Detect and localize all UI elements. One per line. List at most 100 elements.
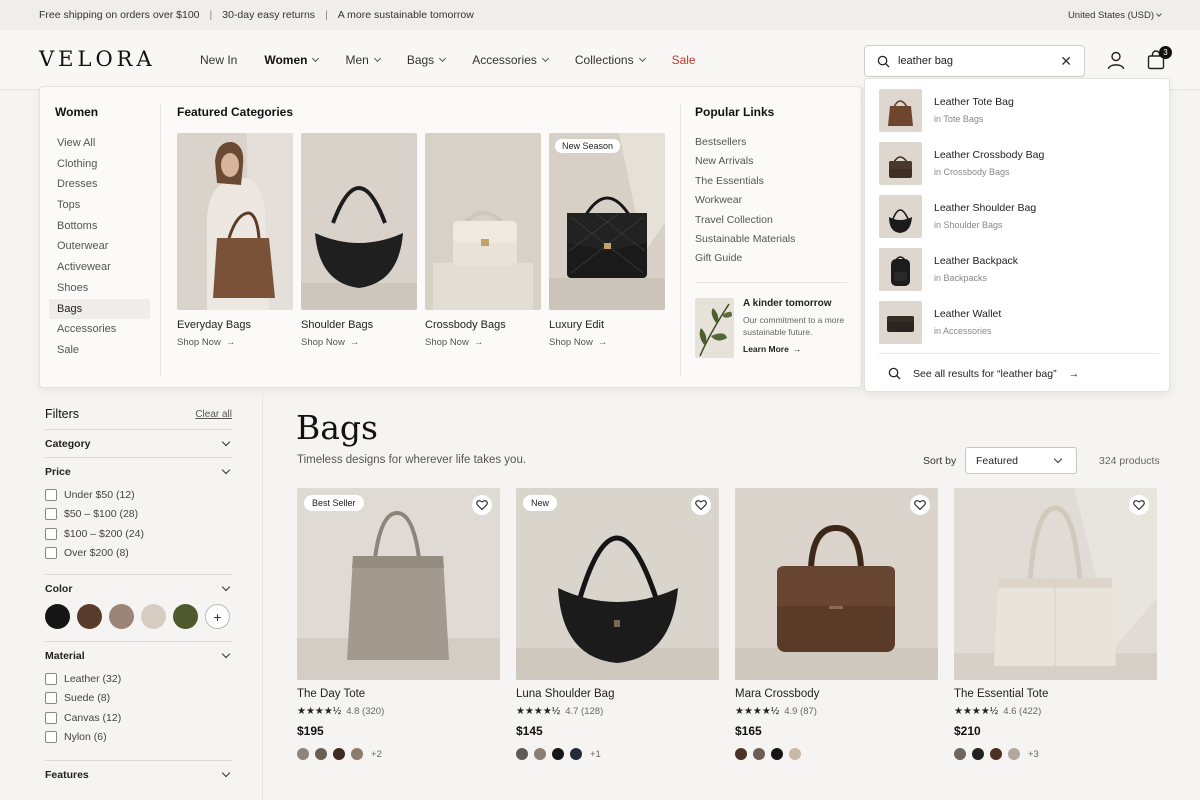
popular-link-gift-guide[interactable]: Gift Guide [695, 249, 853, 268]
suggestion-item[interactable]: Leather Tote Bag in Tote Bags [879, 88, 1159, 132]
popular-link-bestsellers[interactable]: Bestsellers [695, 133, 853, 152]
product-card[interactable]: New Luna Shoulder Bag ★★★★½ 4.7 (128) $14… [516, 488, 719, 760]
learn-more-link[interactable]: Learn More → [743, 344, 853, 354]
clear-all-link[interactable]: Clear all [195, 409, 232, 420]
filter-color-toggle[interactable]: Color [45, 575, 232, 602]
featured-card-everyday-bags[interactable]: Everyday Bags Shop Now → [177, 133, 293, 348]
nav-women[interactable]: Women [264, 53, 320, 67]
color-dot[interactable] [534, 748, 546, 760]
suggestion-item[interactable]: Leather Wallet in Accessories [879, 300, 1159, 344]
filter-price-toggle[interactable]: Price [45, 458, 232, 485]
color-swatch-brown[interactable] [77, 604, 102, 629]
color-dot[interactable] [972, 748, 984, 760]
product-name[interactable]: The Day Tote [297, 688, 500, 700]
checkbox[interactable] [45, 527, 57, 540]
suggestion-item[interactable]: Leather Backpack in Backpacks [879, 247, 1159, 291]
logo[interactable]: VELORA [39, 47, 156, 71]
sustainability-promo[interactable]: A kinder tomorrow Our commitment to a mo… [695, 297, 853, 358]
popular-link-travel[interactable]: Travel Collection [695, 211, 853, 230]
color-swatch-taupe[interactable] [109, 604, 134, 629]
color-dot[interactable] [990, 748, 1002, 760]
product-name[interactable]: The Essential Tote [954, 688, 1157, 700]
price-option[interactable]: Over $200 (8) [45, 544, 232, 564]
see-all-results-link[interactable]: See all results for “leather bag” → [888, 367, 1079, 380]
color-dot[interactable] [735, 748, 747, 760]
color-dot[interactable] [753, 748, 765, 760]
checkbox[interactable] [45, 711, 57, 724]
material-option[interactable]: Leather (32) [45, 669, 232, 689]
more-colors[interactable]: +3 [1028, 749, 1039, 760]
close-icon[interactable]: ✕ [1060, 53, 1072, 70]
account-button[interactable] [1106, 50, 1126, 70]
women-link-bottoms[interactable]: Bottoms [55, 216, 160, 237]
search-input[interactable] [898, 55, 1061, 67]
popular-link-new-arrivals[interactable]: New Arrivals [695, 152, 853, 171]
color-dot[interactable] [954, 748, 966, 760]
material-option[interactable]: Canvas (12) [45, 708, 232, 728]
wishlist-button[interactable] [691, 495, 711, 515]
product-card[interactable]: Mara Crossbody ★★★★½ 4.9 (87) $165 [735, 488, 938, 760]
women-link-activewear[interactable]: Activewear [55, 257, 160, 278]
nav-collections[interactable]: Collections [575, 53, 646, 67]
filter-features-toggle[interactable]: Features [45, 761, 232, 788]
nav-bags[interactable]: Bags [407, 53, 447, 67]
product-card[interactable]: Best Seller The Day Tote ★★★★½ 4.8 (320) … [297, 488, 500, 760]
checkbox[interactable] [45, 731, 57, 744]
price-option[interactable]: $100 – $200 (24) [45, 524, 232, 544]
cart-button[interactable]: 3 [1146, 46, 1172, 72]
nav-accessories[interactable]: Accessories [472, 53, 549, 67]
color-dot[interactable] [570, 748, 582, 760]
wishlist-button[interactable] [1129, 495, 1149, 515]
women-link-view-all[interactable]: View All [55, 133, 160, 154]
sort-dropdown[interactable]: Featured [965, 447, 1077, 474]
featured-card-luxury-edit[interactable]: New Season Luxury Edit Shop Now → [549, 133, 665, 348]
filter-category-toggle[interactable]: Category [45, 430, 232, 457]
material-option[interactable]: Suede (8) [45, 689, 232, 709]
plus-icon[interactable]: + [205, 604, 230, 629]
color-dot[interactable] [771, 748, 783, 760]
color-dot[interactable] [297, 748, 309, 760]
region-selector[interactable]: United States (USD) [1068, 10, 1162, 21]
checkbox[interactable] [45, 547, 57, 560]
popular-link-essentials[interactable]: The Essentials [695, 172, 853, 191]
price-option[interactable]: Under $50 (12) [45, 485, 232, 505]
color-dot[interactable] [552, 748, 564, 760]
popular-link-workwear[interactable]: Workwear [695, 191, 853, 210]
color-swatch-beige[interactable] [141, 604, 166, 629]
checkbox[interactable] [45, 672, 57, 685]
wishlist-button[interactable] [910, 495, 930, 515]
product-name[interactable]: Luna Shoulder Bag [516, 688, 719, 700]
price-option[interactable]: $50 – $100 (28) [45, 505, 232, 525]
more-colors[interactable]: +1 [590, 749, 601, 760]
checkbox[interactable] [45, 692, 57, 705]
color-dot[interactable] [789, 748, 801, 760]
color-dot[interactable] [351, 748, 363, 760]
color-dot[interactable] [516, 748, 528, 760]
women-link-shoes[interactable]: Shoes [55, 278, 160, 299]
filter-material-toggle[interactable]: Material [45, 642, 232, 669]
shop-now-link[interactable]: Shop Now → [425, 337, 541, 348]
women-link-dresses[interactable]: Dresses [55, 174, 160, 195]
color-dot[interactable] [315, 748, 327, 760]
women-link-tops[interactable]: Tops [55, 195, 160, 216]
color-swatch-black[interactable] [45, 604, 70, 629]
nav-men[interactable]: Men [345, 53, 381, 67]
product-card[interactable]: The Essential Tote ★★★★½ 4.6 (422) $210 +… [954, 488, 1157, 760]
women-link-sale[interactable]: Sale [55, 340, 160, 361]
women-link-outerwear[interactable]: Outerwear [55, 236, 160, 257]
material-option[interactable]: Nylon (6) [45, 728, 232, 748]
women-link-accessories[interactable]: Accessories [55, 319, 160, 340]
wishlist-button[interactable] [472, 495, 492, 515]
checkbox[interactable] [45, 488, 57, 501]
suggestion-item[interactable]: Leather Shoulder Bag in Shoulder Bags [879, 194, 1159, 238]
checkbox[interactable] [45, 508, 57, 521]
more-colors[interactable]: +2 [371, 749, 382, 760]
women-link-bags[interactable]: Bags [49, 298, 150, 320]
color-dot[interactable] [1008, 748, 1020, 760]
featured-card-crossbody-bags[interactable]: Crossbody Bags Shop Now → [425, 133, 541, 348]
shop-now-link[interactable]: Shop Now → [301, 337, 417, 348]
product-name[interactable]: Mara Crossbody [735, 688, 938, 700]
women-link-clothing[interactable]: Clothing [55, 154, 160, 175]
nav-sale[interactable]: Sale [672, 53, 696, 67]
suggestion-item[interactable]: Leather Crossbody Bag in Crossbody Bags [879, 141, 1159, 185]
